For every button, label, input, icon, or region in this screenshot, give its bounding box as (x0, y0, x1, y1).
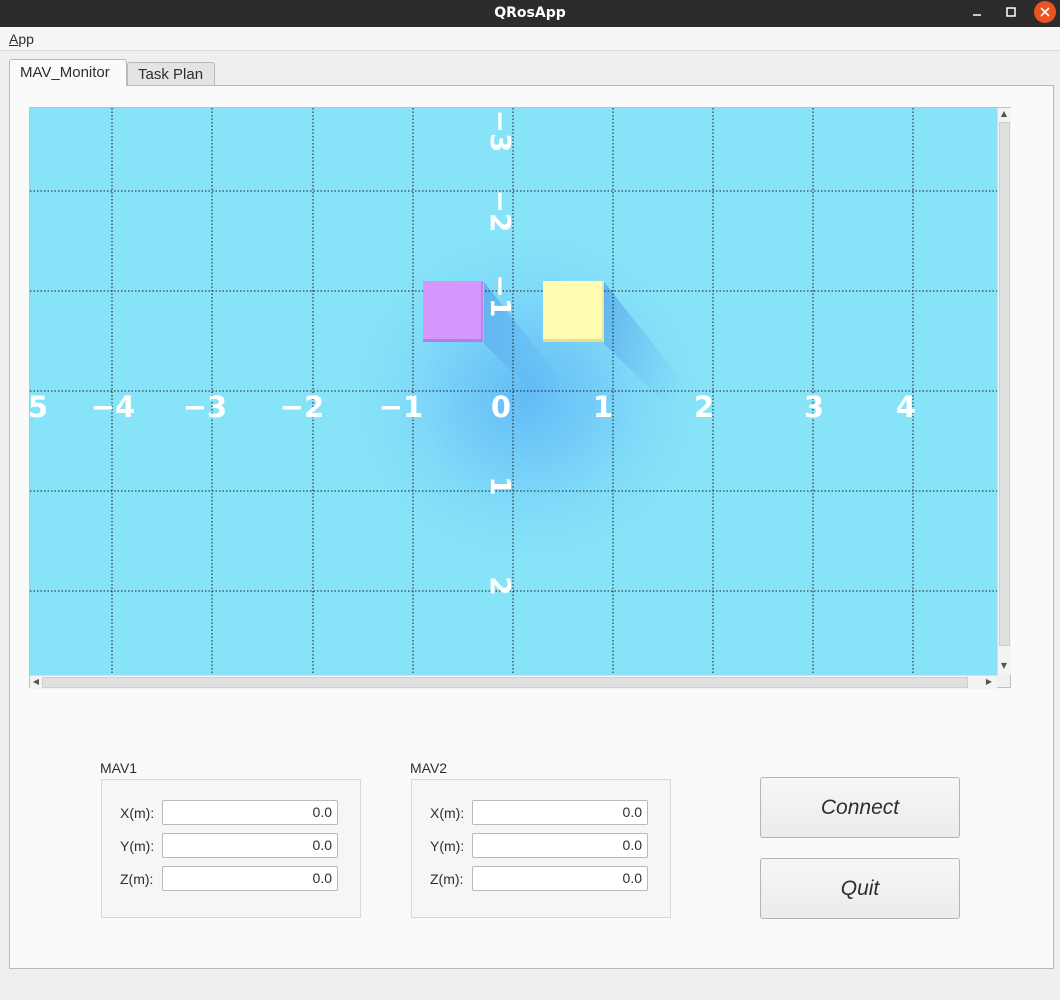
scroll-up-icon[interactable]: ▲ (999, 109, 1009, 119)
mav1-y-field[interactable]: 0.0 (162, 833, 338, 858)
scroll-right-icon[interactable]: ▶ (984, 677, 994, 687)
horizontal-scrollbar[interactable]: ◀ ▶ (30, 675, 997, 689)
mav2-group-title: MAV2 (410, 760, 448, 776)
x-tick-label: 1 (593, 390, 613, 424)
mav1-group-title: MAV1 (100, 760, 138, 776)
x-tick-label: −4 (91, 390, 135, 424)
x-tick-label: 0 (491, 390, 511, 424)
menu-app[interactable]: App (9, 31, 34, 47)
y-tick-label: −1 (484, 275, 517, 318)
x-tick-label: 5 (30, 390, 48, 424)
mav2-x-field[interactable]: 0.0 (472, 800, 648, 825)
scroll-left-icon[interactable]: ◀ (31, 677, 41, 687)
mav2-marker[interactable] (543, 281, 604, 342)
mav2-z-label: Z(m): (430, 871, 464, 887)
y-tick-label: 2 (484, 576, 517, 595)
mav1-z-field[interactable]: 0.0 (162, 866, 338, 891)
x-tick-label: 2 (694, 390, 714, 424)
x-tick-label: 4 (896, 390, 916, 424)
menu-bar: App (0, 27, 1060, 51)
quit-button[interactable]: Quit (760, 858, 960, 919)
minimize-button[interactable] (966, 3, 988, 23)
vertical-scroll-thumb[interactable] (999, 122, 1010, 646)
mav2-y-label: Y(m): (430, 838, 465, 854)
mav1-marker[interactable] (423, 281, 483, 342)
x-tick-label: −3 (183, 390, 227, 424)
mav1-x-field[interactable]: 0.0 (162, 800, 338, 825)
tab-mav-monitor[interactable]: MAV_Monitor (9, 59, 127, 86)
mav1-z-label: Z(m): (120, 871, 154, 887)
x-tick-label: −1 (379, 390, 423, 424)
y-tick-label: −3 (484, 110, 517, 153)
y-tick-label: −2 (484, 190, 517, 233)
connect-button[interactable]: Connect (760, 777, 960, 838)
x-tick-label: 3 (804, 390, 824, 424)
close-icon (1040, 7, 1050, 17)
mav1-x-label: X(m): (120, 805, 155, 821)
tab-task-plan[interactable]: Task Plan (127, 62, 215, 86)
mav2-y-field[interactable]: 0.0 (472, 833, 648, 858)
horizontal-scroll-thumb[interactable] (42, 677, 968, 688)
mav1-y-label: Y(m): (120, 838, 155, 854)
window-title: QRosApp (494, 5, 566, 21)
map-plot[interactable]: 5 −4 −3 −2 −1 0 1 2 3 4 −3 −2 −1 1 2 (30, 108, 997, 675)
y-tick-label: 1 (484, 476, 517, 495)
vertical-scrollbar[interactable]: ▲ ▼ (997, 108, 1011, 675)
mav2-z-field[interactable]: 0.0 (472, 866, 648, 891)
minimize-icon (973, 14, 981, 16)
close-button[interactable] (1034, 1, 1056, 23)
maximize-icon (1006, 7, 1016, 17)
scroll-down-icon[interactable]: ▼ (999, 661, 1009, 671)
map-view[interactable]: 5 −4 −3 −2 −1 0 1 2 3 4 −3 −2 −1 1 2 ▲ ▼… (29, 107, 1011, 689)
maximize-button[interactable] (1000, 3, 1022, 23)
x-tick-label: −2 (280, 390, 324, 424)
title-bar: QRosApp (0, 0, 1060, 27)
mav2-x-label: X(m): (430, 805, 465, 821)
map-canvas: 5 −4 −3 −2 −1 0 1 2 3 4 −3 −2 −1 1 2 (30, 108, 997, 675)
